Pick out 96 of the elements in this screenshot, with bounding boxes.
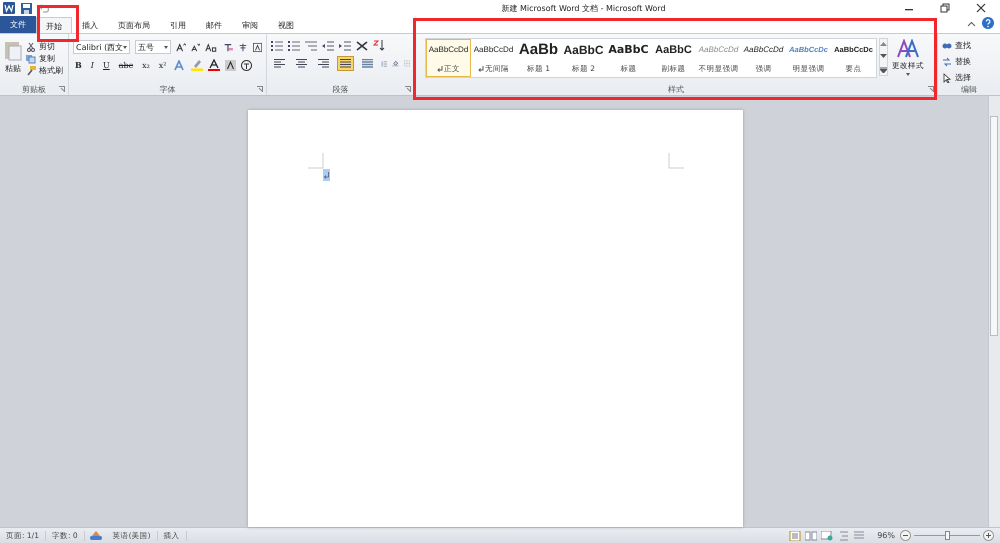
decrease-indent-icon[interactable] [322,40,334,50]
ribbon-tab[interactable]: 审阅 [232,17,268,33]
editing-button[interactable]: 替换 [942,56,996,67]
asian-layout-icon[interactable] [356,40,368,50]
character-border-icon[interactable] [252,42,262,52]
clipboard-button[interactable]: 剪切 [26,41,63,52]
annotation-frame [37,5,79,42]
group-label: 段落 [332,84,348,94]
zoom-out-icon[interactable] [900,530,911,541]
print-layout-icon[interactable] [789,530,802,540]
shrink-font-icon[interactable] [190,42,200,52]
group-label: 样式 [668,84,684,94]
format-button[interactable]: abc [116,60,136,70]
dialog-launcher-icon[interactable] [405,86,411,92]
scroll-down-icon [880,54,887,59]
vertical-scrollbar[interactable] [988,96,1000,527]
clear-format-icon[interactable] [223,42,233,52]
paragraph-mark-icon [323,169,330,181]
bullet-list-icon[interactable] [271,40,283,50]
zoom-level[interactable]: 96% [877,531,895,540]
multilevel-list-icon[interactable] [305,40,317,50]
crop-mark [668,153,684,169]
help-icon[interactable] [982,17,994,29]
copy-icon [26,54,36,64]
style-preview: AaBbCcDd [698,44,738,56]
collapse-ribbon-icon[interactable] [967,20,976,29]
undo-icon[interactable] [38,2,49,14]
numbered-list-icon[interactable] [288,40,300,50]
ribbon-tab[interactable]: 邮件 [196,17,232,33]
binoculars-icon [942,40,952,50]
clipboard-icon [4,39,22,61]
group-label: 编辑 [961,84,977,94]
save-icon[interactable] [21,2,32,14]
dropdown-icon [164,46,168,51]
format-button[interactable]: B [73,60,84,70]
style-preview: AaBbCcDd [744,44,784,56]
brush-icon [26,66,36,76]
increase-indent-icon[interactable] [339,40,351,50]
scissors-icon [26,42,36,52]
outline-view-icon[interactable] [837,530,850,540]
shading-icon[interactable] [392,58,400,69]
format-button[interactable]: I [88,60,96,70]
phonetic-icon[interactable] [238,42,248,52]
draft-view-icon[interactable] [853,530,866,540]
format-button[interactable]: U [100,60,112,70]
dialog-launcher-icon[interactable] [59,86,65,92]
swap-arrows-icon [942,56,952,66]
scroll-up-icon [880,41,887,46]
style-preview: AaBbCcDd [474,44,514,56]
close-icon[interactable] [976,3,986,13]
change-case-icon[interactable] [204,42,218,52]
dialog-launcher-icon[interactable] [257,86,263,92]
window-title: 新建 Microsoft Word 文档 - Microsoft Word [500,2,667,14]
dropdown-icon [123,46,128,51]
style-preview: AaBb [518,43,558,57]
sort-icon[interactable] [373,40,385,51]
format-button[interactable]: x² [156,60,168,70]
character-shading-icon[interactable] [224,60,236,70]
font-color-icon[interactable] [208,59,220,71]
font-size-field[interactable]: 五号 [135,40,171,54]
zoom-slider[interactable] [914,531,980,540]
dropdown-icon [906,73,910,78]
web-layout-icon[interactable] [821,530,834,540]
group-label: 字体 [160,84,176,94]
editing-button[interactable]: 查找 [942,40,996,51]
ribbon-tab[interactable]: 插入 [72,17,108,33]
dialog-launcher-icon[interactable] [928,86,934,92]
group-label: 剪贴板 [22,84,46,94]
gallery-scrollbar[interactable] [879,38,888,76]
grow-font-icon[interactable] [176,42,186,52]
letters-a-icon [897,39,919,59]
pointer-icon [942,72,952,82]
proofing-icon[interactable] [88,530,103,541]
ribbon-tab[interactable]: 视图 [268,17,304,33]
style-preview: AaBbCcDd [428,44,468,56]
editing-button[interactable]: 选择 [942,72,996,83]
reading-view-icon[interactable] [805,530,818,540]
more-icon [880,67,887,73]
line-spacing-icon[interactable] [381,58,388,68]
ribbon-tab[interactable]: 页面布局 [108,17,160,33]
align-button[interactable] [337,56,354,71]
crop-mark [308,153,324,169]
ribbon-tab[interactable]: 引用 [160,17,196,33]
clipboard-button[interactable]: 复制 [26,53,63,64]
style-preview: AaBbC [655,43,692,57]
zoom-in-icon[interactable] [983,530,994,541]
text-effect-icon[interactable] [174,60,186,70]
style-preview: AaBbC [608,43,649,57]
font-name-field[interactable]: Calibri (西文 [73,40,130,54]
paste-button[interactable]: 粘贴 [4,37,22,83]
restore-icon[interactable] [940,3,950,13]
format-button[interactable]: x₂ [140,60,152,70]
enclosed-character-icon[interactable] [240,60,252,70]
file-tab[interactable]: 文件 [0,16,36,33]
style-preview: AaBbC [563,43,604,57]
clipboard-button[interactable]: 格式刷 [26,65,63,76]
